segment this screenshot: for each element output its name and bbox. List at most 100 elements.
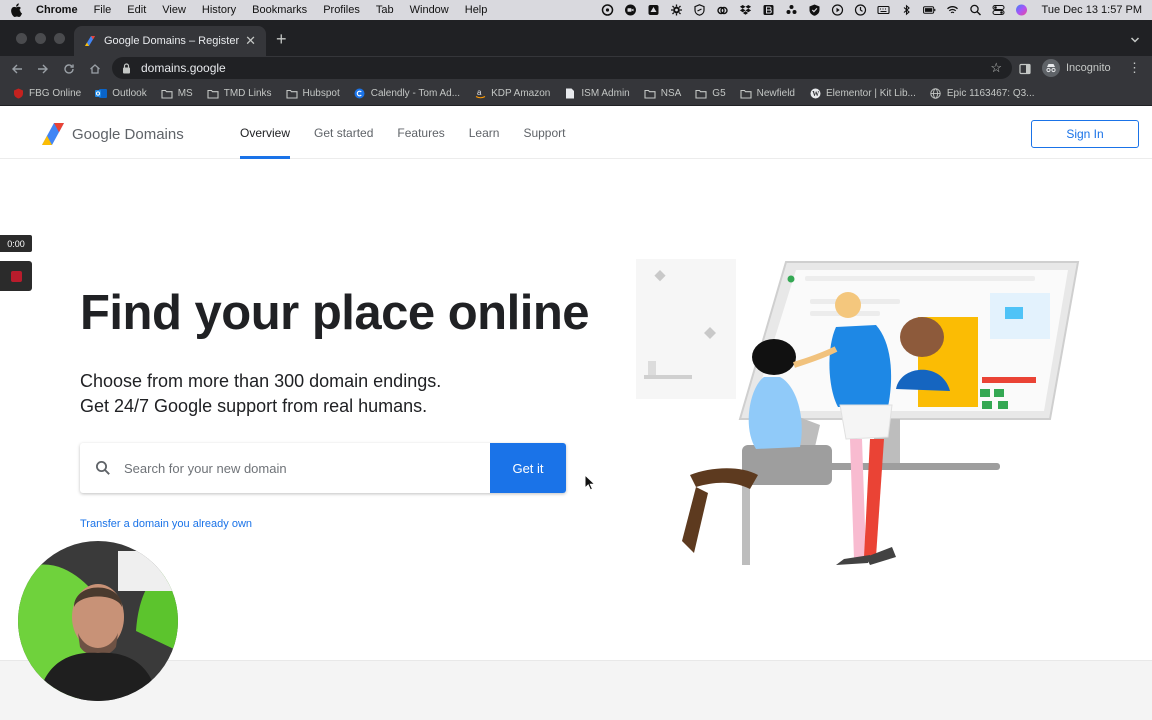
close-tab-icon[interactable]: ✕ [245,33,256,49]
outlook-icon [95,88,108,99]
bookmark-star-icon[interactable]: ☆ [990,60,1002,76]
back-arrow-icon[interactable] [4,57,30,81]
bluetooth-icon[interactable] [900,4,913,16]
transfer-domain-link[interactable]: Transfer a domain you already own [80,518,252,530]
apple-icon[interactable] [10,3,22,17]
folder-icon [207,88,219,99]
minimize-window-button[interactable] [35,33,46,44]
get-it-button[interactable]: Get it [490,443,566,493]
menu-tab[interactable]: Tab [376,4,394,16]
shield-icon[interactable] [808,4,821,16]
menu-bookmarks[interactable]: Bookmarks [252,4,307,16]
domain-search-input[interactable] [124,443,490,493]
nav-support[interactable]: Support [523,107,565,159]
google-domains-logo[interactable]: Google Domains [40,123,184,145]
zoom-icon[interactable] [624,4,637,16]
bookmark-item[interactable]: NSA [644,88,681,99]
domain-search-box: Get it [80,443,566,493]
menu-history[interactable]: History [202,4,236,16]
settings-gear-icon[interactable] [670,4,683,16]
fbg-icon [12,88,24,99]
nav-learn[interactable]: Learn [469,107,500,159]
battery-icon[interactable] [922,4,936,16]
menu-app-name[interactable]: Chrome [36,4,78,16]
url-text[interactable]: domains.google [141,61,226,75]
bookmark-item[interactable]: Calendly - Tom Ad... [354,88,460,99]
doc-icon [564,88,576,99]
hero-subtitle: Choose from more than 300 domain endings… [80,369,441,419]
more-options-icon[interactable]: ⋮ [1128,60,1141,76]
folder-icon [644,88,656,99]
chrome-toolbar: domains.google ☆ Incognito ⋮ [0,56,1152,82]
nav-features[interactable]: Features [397,107,444,159]
lock-icon[interactable] [122,62,131,74]
footer-band [0,660,1152,720]
hero-title: Find your place online [80,286,590,340]
browser-tab-active[interactable]: Google Domains – Register Yo ✕ [74,26,266,56]
bookmark-item[interactable]: Outlook [95,88,147,99]
bookmark-item[interactable]: Hubspot [285,88,340,99]
hero-illustration [636,259,1080,565]
folder-icon [695,88,707,99]
globe-icon [930,88,942,99]
bookmark-item[interactable]: MS [161,88,193,99]
menu-help[interactable]: Help [465,4,488,16]
dropbox-icon[interactable] [739,4,752,16]
stop-icon [10,270,22,282]
play-icon[interactable] [831,4,844,16]
sign-in-button[interactable]: Sign In [1031,120,1139,148]
incognito-label: Incognito [1066,62,1111,74]
loom-icon[interactable] [601,4,614,16]
siri-icon[interactable] [1015,4,1028,16]
creative-cloud-icon[interactable] [716,4,729,16]
incognito-profile-button[interactable]: Incognito [1042,59,1111,77]
logo-text: Google Domains [72,125,184,143]
menu-file[interactable]: File [94,4,112,16]
bookmark-item[interactable]: G5 [695,88,726,99]
side-panel-icon[interactable] [1019,62,1031,80]
menu-window[interactable]: Window [410,4,449,16]
menu-edit[interactable]: Edit [127,4,146,16]
menu-clock[interactable]: Tue Dec 13 1:57 PM [1042,4,1142,16]
tab-search-chevron-icon[interactable] [1130,32,1140,50]
svg-text:a: a [477,88,482,97]
folder-icon [161,88,173,99]
menu-view[interactable]: View [162,4,186,16]
vpn-icon[interactable] [693,4,706,16]
bookmark-item[interactable]: Epic 1163467: Q3... [930,88,1035,99]
zoom-window-button[interactable] [54,33,65,44]
close-window-button[interactable] [16,33,27,44]
drive-icon[interactable] [647,4,660,16]
google-domains-logo-icon [42,123,64,145]
spotlight-search-icon[interactable] [969,4,982,16]
bookmark-item[interactable]: TMD Links [207,88,272,99]
wifi-icon[interactable] [946,4,959,16]
control-center-icon[interactable] [992,4,1005,16]
time-machine-icon[interactable] [854,4,867,16]
reload-icon[interactable] [56,57,82,81]
webcam-bubble [18,541,178,701]
bookmark-item[interactable]: ISM Admin [564,88,630,99]
hero-subtitle-line-2: Get 24/7 Google support from real humans… [80,396,428,416]
address-bar[interactable]: domains.google ☆ [112,57,1012,79]
screen: Chrome File Edit View History Bookmarks … [0,0,1152,720]
nav-get-started[interactable]: Get started [314,107,373,159]
menu-profiles[interactable]: Profiles [323,4,360,16]
bookmark-item[interactable]: a KDP Amazon [474,88,550,99]
recording-timer: 0:00 [0,235,32,252]
keyboard-icon[interactable] [876,4,890,16]
stop-recording-button[interactable] [0,261,32,291]
nav-overview[interactable]: Overview [240,107,291,159]
home-icon[interactable] [82,57,108,81]
tab-title: Google Domains – Register Yo [104,35,240,47]
incognito-icon [1042,59,1060,77]
forward-arrow-icon[interactable] [30,57,56,81]
bookmark-item[interactable]: W Elementor | Kit Lib... [809,88,916,99]
bbedit-icon[interactable] [762,4,775,16]
bookmark-item[interactable]: FBG Online [12,88,81,99]
bookmark-item[interactable]: Newfield [740,88,795,99]
amazon-icon: a [474,88,486,99]
chrome-tab-strip: Google Domains – Register Yo ✕ + [0,20,1152,56]
new-tab-icon[interactable]: + [276,30,287,48]
people-icon[interactable] [785,4,798,16]
